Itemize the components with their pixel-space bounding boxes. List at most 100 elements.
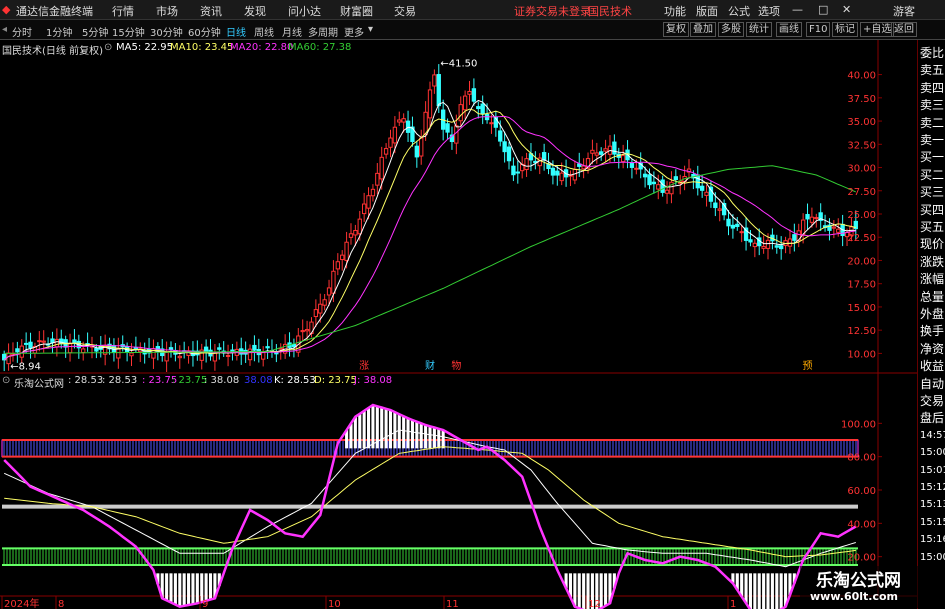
y-tick-label: 30.00 bbox=[847, 164, 876, 175]
quote-panel-item[interactable]: 外盘 bbox=[920, 307, 944, 321]
candle-up bbox=[164, 351, 169, 362]
y-tick-label: 17.50 bbox=[847, 280, 876, 291]
y-tick-label: 20.00 bbox=[847, 553, 876, 564]
quote-panel-item[interactable]: 总量 bbox=[920, 290, 944, 304]
quote-panel-item[interactable]: 15:00 bbox=[920, 446, 945, 460]
j-low-bar bbox=[169, 573, 173, 603]
candle-up bbox=[322, 299, 327, 306]
candle-down bbox=[445, 123, 450, 133]
quote-panel-item[interactable]: 买三 bbox=[920, 185, 944, 199]
candle-up bbox=[739, 231, 744, 234]
j-low-bar bbox=[178, 573, 182, 607]
candle-down bbox=[612, 141, 617, 155]
candle-down bbox=[713, 202, 718, 209]
event-marker: 预 bbox=[803, 360, 813, 372]
candle-down bbox=[15, 348, 20, 353]
quote-panel-item[interactable]: 盘后 bbox=[920, 411, 944, 425]
j-low-bar bbox=[204, 573, 208, 601]
candle-down bbox=[506, 146, 512, 162]
candle-up bbox=[489, 122, 494, 125]
candle-down bbox=[774, 245, 779, 248]
j-low-bar bbox=[200, 573, 204, 603]
candle-down bbox=[230, 349, 235, 352]
quote-panel-item[interactable]: 15:15 bbox=[920, 516, 945, 530]
j-low-bar bbox=[582, 573, 586, 609]
quote-panel-item[interactable]: 卖三 bbox=[920, 98, 944, 112]
quote-panel-item[interactable]: 买四 bbox=[920, 203, 944, 217]
j-low-bar bbox=[779, 573, 783, 609]
candle-up bbox=[787, 238, 793, 247]
quote-panel-item[interactable]: 涨幅 bbox=[920, 272, 944, 286]
quote-panel-item[interactable]: 净资 bbox=[920, 342, 944, 356]
y-tick-label: 40.00 bbox=[847, 519, 876, 530]
candle-up bbox=[761, 245, 766, 249]
candle-down bbox=[498, 130, 503, 142]
candle-up bbox=[366, 195, 371, 209]
y-tick-label: 22.50 bbox=[847, 233, 876, 244]
candle-down bbox=[555, 170, 560, 176]
value-label: : 38.08 bbox=[204, 375, 240, 386]
candle-down bbox=[471, 88, 477, 102]
max-price-label: ←41.50 bbox=[440, 59, 477, 70]
x-tick-label: 11 bbox=[446, 599, 459, 609]
candle-up bbox=[348, 233, 354, 238]
candle-up bbox=[361, 203, 367, 215]
candle-up bbox=[383, 148, 389, 155]
j-low-bar bbox=[775, 573, 779, 609]
y-tick-label: 20.00 bbox=[847, 256, 876, 267]
candle-down bbox=[550, 167, 556, 176]
j-high-bar bbox=[432, 427, 436, 449]
x-tick-label: 2024年 bbox=[4, 597, 39, 609]
quote-panel-item[interactable]: 15:13 bbox=[920, 498, 945, 512]
quote-panel-item[interactable]: 换手 bbox=[920, 324, 944, 338]
quote-panel-item[interactable]: 15:16 bbox=[920, 533, 945, 547]
candle-up bbox=[581, 165, 586, 170]
candle-down bbox=[94, 347, 99, 352]
quote-panel-item[interactable]: 卖二 bbox=[920, 116, 944, 130]
quote-panel-item[interactable]: 15:12 bbox=[920, 481, 945, 495]
candle-down bbox=[291, 343, 297, 348]
candle-down bbox=[699, 185, 705, 191]
chart-title: 国民技术(日线 前复权) bbox=[2, 46, 103, 57]
quote-panel-item[interactable]: 自动 bbox=[920, 377, 944, 391]
kline-chart[interactable]: 10.00 12.50 15.00 17.50 20.00 22.50 25.00 27.50… bbox=[0, 0, 917, 609]
quote-panel-item[interactable]: 收益 bbox=[920, 359, 944, 373]
candle-up bbox=[392, 126, 398, 144]
quote-panel-item[interactable]: 14:57 bbox=[920, 429, 945, 443]
quote-panel-item[interactable]: 卖五 bbox=[920, 63, 944, 77]
candle-up bbox=[353, 230, 358, 236]
candle-up bbox=[462, 95, 468, 111]
candle-up bbox=[388, 137, 393, 148]
candle-up bbox=[370, 188, 376, 197]
candle-up bbox=[717, 208, 722, 211]
settings-icon[interactable]: ⊙ bbox=[2, 375, 10, 386]
candle-down bbox=[779, 245, 784, 250]
x-tick-label: 8 bbox=[58, 599, 64, 609]
settings-icon[interactable]: ⊙ bbox=[104, 42, 112, 53]
value-label: 38.08 bbox=[244, 375, 273, 386]
candle-up bbox=[814, 217, 819, 220]
quote-panel-item[interactable]: 15:00 bbox=[920, 551, 945, 565]
quote-panel-item[interactable]: 买五 bbox=[920, 220, 944, 234]
candle-up bbox=[177, 355, 182, 359]
quote-panel-item[interactable]: 卖一 bbox=[920, 133, 944, 147]
j-low-bar bbox=[187, 573, 191, 605]
j-high-bar bbox=[367, 407, 371, 449]
ma20-label: MA20: 22.80 bbox=[230, 42, 294, 53]
candle-up bbox=[524, 158, 529, 171]
quote-panel-item[interactable]: 买一 bbox=[920, 150, 944, 164]
quote-panel-item[interactable]: 涨跌 bbox=[920, 255, 944, 269]
candle-down bbox=[50, 338, 55, 343]
quote-panel-item[interactable]: 交易 bbox=[920, 394, 944, 408]
j-high-bar bbox=[424, 425, 428, 449]
quote-panel-item[interactable]: 买二 bbox=[920, 168, 944, 182]
quote-panel-item[interactable]: 卖四 bbox=[920, 81, 944, 95]
y-tick-label: 60.00 bbox=[847, 486, 876, 497]
j-low-bar bbox=[766, 573, 770, 609]
quote-panel-item[interactable]: 委比 bbox=[920, 46, 944, 60]
candle-up bbox=[247, 348, 253, 361]
candle-up bbox=[590, 149, 595, 154]
quote-panel-item[interactable]: 现价 bbox=[920, 237, 944, 251]
quote-panel-item[interactable]: 15:01 bbox=[920, 464, 945, 478]
candle-down bbox=[480, 103, 485, 115]
